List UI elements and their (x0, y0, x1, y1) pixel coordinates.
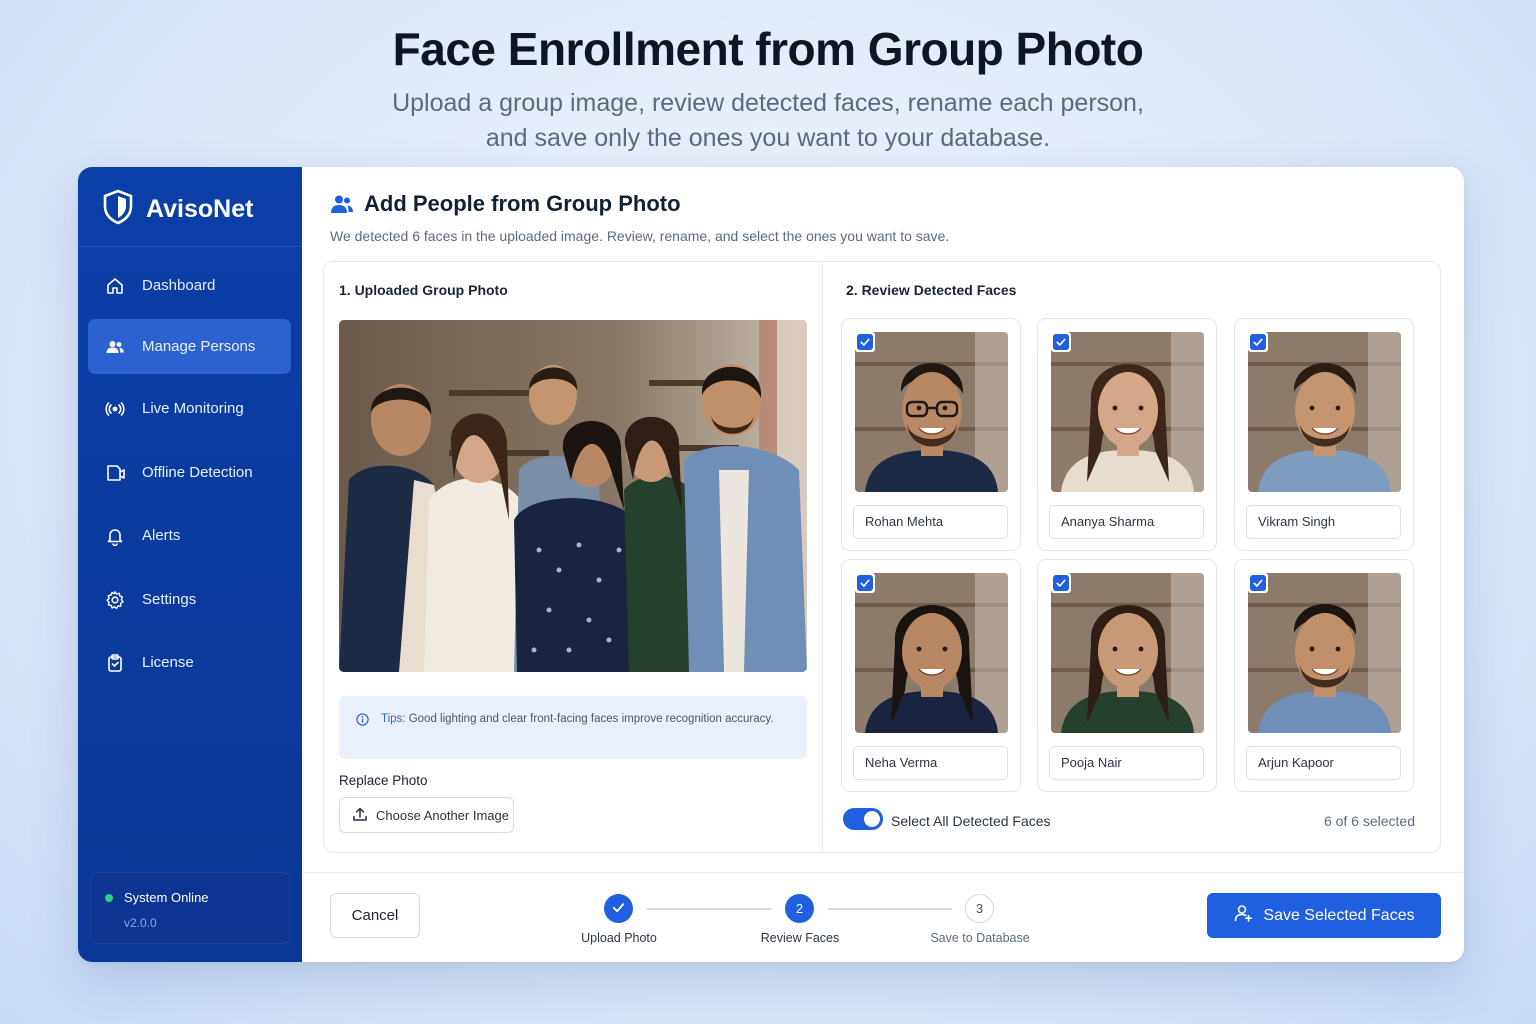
content-card: 1. Uploaded Group Photo Tips: Good light… (323, 261, 1441, 853)
tip-label: Tips: (381, 713, 406, 725)
sidebar-item-label: Settings (142, 591, 197, 608)
sidebar-item-label: Manage Persons (142, 338, 256, 355)
sidebar-item-dashboard[interactable]: Dashboard (88, 258, 291, 313)
cancel-button[interactable]: Cancel (330, 893, 420, 938)
face-card[interactable]: Neha Verma (841, 559, 1021, 792)
face-card[interactable]: Pooja Nair (1037, 559, 1217, 792)
column-divider (822, 262, 823, 852)
face-photo (1051, 332, 1204, 492)
step-2-circle: 2 (785, 894, 814, 923)
bell-icon (104, 525, 126, 547)
sidebar-item-label: Offline Detection (142, 464, 253, 481)
status-dot (105, 894, 113, 902)
face-checkbox[interactable] (1051, 573, 1071, 593)
face-checkbox[interactable] (1248, 332, 1268, 352)
info-icon (356, 713, 369, 726)
brand[interactable]: AvisoNet (102, 189, 253, 229)
tip-box: Tips: Good lighting and clear front-faci… (339, 696, 807, 759)
face-name-input[interactable]: Ananya Sharma (1049, 505, 1204, 539)
sidebar-item-label: Live Monitoring (142, 400, 244, 417)
hero-subtitle-line2: and save only the ones you want to your … (485, 124, 1051, 152)
face-name-input[interactable]: Neha Verma (853, 746, 1008, 780)
video-file-icon (104, 462, 126, 484)
live-broadcast-icon (104, 398, 126, 420)
app-window: AvisoNet Dashboard Manage Persons Live M… (78, 167, 1464, 962)
sidebar-item-license[interactable]: License (88, 635, 291, 690)
selected-count: 6 of 6 selected (1323, 813, 1415, 829)
sidebar-item-label: Dashboard (142, 277, 216, 294)
shield-icon (102, 189, 134, 230)
upload-icon (352, 806, 376, 825)
hero-subtitle-line1: Upload a group image, review detected fa… (392, 89, 1144, 117)
face-photo (855, 332, 1008, 492)
face-name-input[interactable]: Arjun Kapoor (1246, 746, 1401, 780)
face-card[interactable]: Rohan Mehta (841, 318, 1021, 551)
save-selected-faces-button[interactable]: Save Selected Faces (1207, 893, 1441, 938)
step-connector (828, 908, 952, 910)
tip-body: Good lighting and clear front-facing fac… (408, 713, 774, 725)
version-label: v2.0.0 (124, 916, 157, 930)
face-checkbox[interactable] (1248, 573, 1268, 593)
page-title: Add People from Group Photo (364, 191, 681, 216)
step-connector (647, 908, 771, 910)
gear-icon (104, 589, 126, 611)
sidebar-item-label: Alerts (142, 527, 181, 544)
sidebar-item-label: License (142, 654, 194, 671)
face-photo (1248, 332, 1401, 492)
step-1-label: Upload Photo (581, 931, 657, 945)
face-checkbox[interactable] (855, 332, 875, 352)
group-photo (339, 320, 807, 672)
sidebar: AvisoNet Dashboard Manage Persons Live M… (78, 167, 302, 962)
select-all-toggle[interactable] (843, 808, 883, 830)
step-2-label: Review Faces (760, 931, 840, 945)
step-3-label: Save to Database (930, 931, 1030, 945)
face-checkbox[interactable] (855, 573, 875, 593)
sidebar-item-settings[interactable]: Settings (88, 572, 291, 627)
face-name-input[interactable]: Vikram Singh (1246, 505, 1401, 539)
select-all-label: Select All Detected Faces (891, 813, 1051, 829)
sidebar-item-offline-detection[interactable]: Offline Detection (88, 445, 291, 500)
users-icon (104, 336, 126, 358)
hero-subtitle: Upload a group image, review detected fa… (0, 86, 1536, 156)
face-card[interactable]: Vikram Singh (1234, 318, 1414, 551)
check-icon (611, 900, 626, 918)
face-card[interactable]: Arjun Kapoor (1234, 559, 1414, 792)
step-3-circle: 3 (965, 894, 994, 923)
footer-divider (302, 872, 1464, 873)
save-button-label: Save Selected Faces (1263, 906, 1415, 924)
step-1-circle (604, 894, 633, 923)
replace-photo-label: Replace Photo (339, 773, 428, 788)
face-checkbox[interactable] (1051, 332, 1071, 352)
brand-divider (78, 246, 302, 247)
home-icon (104, 275, 126, 297)
face-card[interactable]: Ananya Sharma (1037, 318, 1217, 551)
choose-another-image-button[interactable]: Choose Another Image (339, 797, 514, 833)
sidebar-item-live-monitoring[interactable]: Live Monitoring (88, 381, 291, 436)
face-name-input[interactable]: Pooja Nair (1049, 746, 1204, 780)
review-section-title: 2. Review Detected Faces (846, 282, 1017, 298)
hero-title: Face Enrollment from Group Photo (392, 23, 1144, 75)
users-icon (330, 193, 354, 215)
brand-name: AvisoNet (146, 194, 254, 223)
system-status: System Online v2.0.0 (90, 872, 290, 944)
face-name-input[interactable]: Rohan Mehta (853, 505, 1008, 539)
face-photo (855, 573, 1008, 733)
upload-section-title: 1. Uploaded Group Photo (339, 282, 508, 298)
page-subtitle: We detected 6 faces in the uploaded imag… (330, 228, 950, 244)
sidebar-item-alerts[interactable]: Alerts (88, 508, 291, 563)
sidebar-item-manage-persons[interactable]: Manage Persons (88, 319, 291, 374)
clipboard-icon (104, 652, 126, 674)
choose-button-label: Choose Another Image (376, 807, 509, 823)
face-photo (1248, 573, 1401, 733)
tip-text: Tips: Good lighting and clear front-faci… (381, 711, 781, 728)
user-add-icon (1233, 903, 1263, 928)
face-photo (1051, 573, 1204, 733)
status-text: System Online (124, 890, 209, 905)
